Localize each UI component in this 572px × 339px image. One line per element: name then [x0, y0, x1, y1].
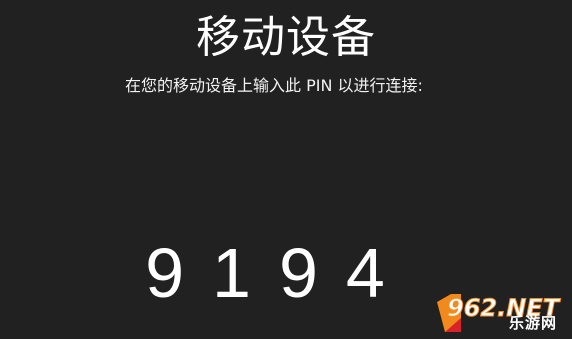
pin-pairing-screen: 移动设备 在您的移动设备上输入此 PIN 以进行连接: 9194 962.NET… — [0, 0, 572, 339]
page-title: 移动设备 — [196, 12, 376, 63]
pin-instruction: 在您的移动设备上输入此 PIN 以进行连接: — [125, 76, 423, 95]
watermark-tagline: 乐游网 — [509, 314, 558, 332]
